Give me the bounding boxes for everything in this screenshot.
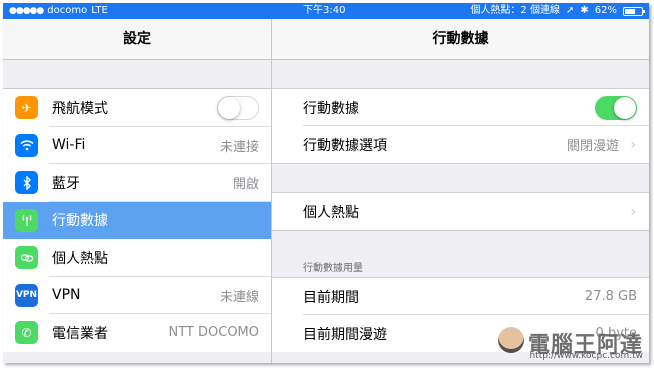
cellular-data-options-value: 關閉漫遊 (566, 139, 619, 154)
cellular-data-row: 行動數據 (272, 89, 649, 126)
carrier-name: docomo (47, 5, 88, 16)
battery-icon (623, 6, 645, 16)
vpn-status: 未連線 (219, 289, 259, 305)
bluetooth-status: 開啟 (232, 177, 259, 193)
hotspot-group: 個人熱點 › (272, 192, 649, 231)
cellular-data-label: 行動數據 (303, 100, 359, 117)
cellular-data-options-row[interactable]: 行動數據選項 關閉漫遊 › (272, 126, 649, 163)
bluetooth-icon (15, 171, 38, 195)
current-period-value: 27.8 GB (584, 289, 637, 304)
sidebar-item-carrier[interactable]: ✆ 電信業者 NTT DOCOMO (3, 314, 271, 352)
airplane-icon: ✈ (15, 96, 38, 120)
current-period-roaming-label: 目前期間漫遊 (303, 326, 387, 343)
sidebar-item-hotspot[interactable]: 個人熱點 (3, 239, 271, 277)
personal-hotspot-row[interactable]: 個人熱點 › (272, 193, 649, 230)
sidebar-item-vpn[interactable]: VPN VPN 未連線 (3, 276, 271, 314)
carrier-value: NTT DOCOMO (168, 325, 259, 341)
sidebar-item-cellular[interactable]: 行動數據 (3, 201, 271, 239)
mascot-logo (497, 327, 524, 353)
cellular-detail-pane: 行動數據 行動數據 行動數據選項 關閉漫遊 › 個人熱點 › 行動數據用量 目前… (272, 19, 649, 363)
settings-list: ✈ 飛航模式 Wi-Fi 未連接 藍牙 開啟 行動數據 個人熱點 VPN VPN… (3, 88, 271, 352)
battery-percent: 62% (594, 5, 617, 16)
sidebar-item-label: 電信業者 (52, 325, 108, 342)
airplane-mode-toggle[interactable] (217, 95, 259, 120)
current-period-label: 目前期間 (303, 289, 359, 306)
sidebar-item-wifi[interactable]: Wi-Fi 未連接 (3, 126, 271, 164)
sidebar-item-label: Wi-Fi (52, 137, 86, 154)
vpn-icon: VPN (15, 283, 38, 307)
location-arrow-icon: ➚ (565, 5, 575, 16)
phone-icon: ✆ (15, 321, 38, 345)
bluetooth-status-icon: ✱ (580, 5, 589, 16)
chevron-right-icon: › (630, 136, 636, 153)
antenna-icon (15, 208, 38, 232)
hotspot-status: 個人熱點：2 個連線 (470, 5, 560, 16)
detail-title: 行動數據 (272, 19, 649, 60)
status-time: 下午3:40 (303, 5, 346, 16)
settings-sidebar: 設定 ✈ 飛航模式 Wi-Fi 未連接 藍牙 開啟 行動數據 個人熱點 VPN … (3, 19, 272, 363)
battery-level-fill (625, 8, 635, 14)
current-period-row: 目前期間 27.8 GB (272, 278, 649, 315)
chevron-right-icon: › (630, 203, 636, 220)
watermark: 電腦王阿達 http://www.kocpc.com.tw (497, 327, 643, 361)
usage-section-header: 行動數據用量 (303, 263, 363, 274)
sidebar-item-bluetooth[interactable]: 藍牙 開啟 (3, 164, 271, 202)
cellular-group: 行動數據 行動數據選項 關閉漫遊 › (272, 88, 649, 164)
cellular-data-options-label: 行動數據選項 (303, 137, 387, 154)
sidebar-item-airplane-mode[interactable]: ✈ 飛航模式 (3, 89, 271, 127)
sidebar-item-label: 藍牙 (52, 175, 80, 192)
wifi-icon (15, 133, 38, 157)
cellular-data-toggle[interactable] (595, 95, 637, 120)
personal-hotspot-label: 個人熱點 (303, 204, 359, 221)
toggle-knob (218, 96, 240, 119)
wifi-status: 未連接 (219, 139, 259, 155)
toggle-knob (614, 96, 636, 119)
sidebar-item-label: 飛航模式 (52, 100, 108, 117)
signal-strength-icon: ●●●●● (9, 6, 44, 16)
sidebar-item-label: VPN (52, 287, 81, 304)
sidebar-item-label: 行動數據 (52, 213, 108, 230)
network-type: LTE (91, 5, 108, 16)
hotspot-icon (15, 246, 38, 270)
watermark-url: http://www.kocpc.com.tw (529, 351, 643, 361)
status-bar: ●●●●● docomo LTE 下午3:40 個人熱點：2 個連線 ➚ ✱ 6… (3, 3, 649, 19)
sidebar-title: 設定 (3, 19, 271, 60)
screen-frame: ●●●●● docomo LTE 下午3:40 個人熱點：2 個連線 ➚ ✱ 6… (3, 3, 649, 363)
sidebar-item-label: 個人熱點 (52, 250, 108, 267)
